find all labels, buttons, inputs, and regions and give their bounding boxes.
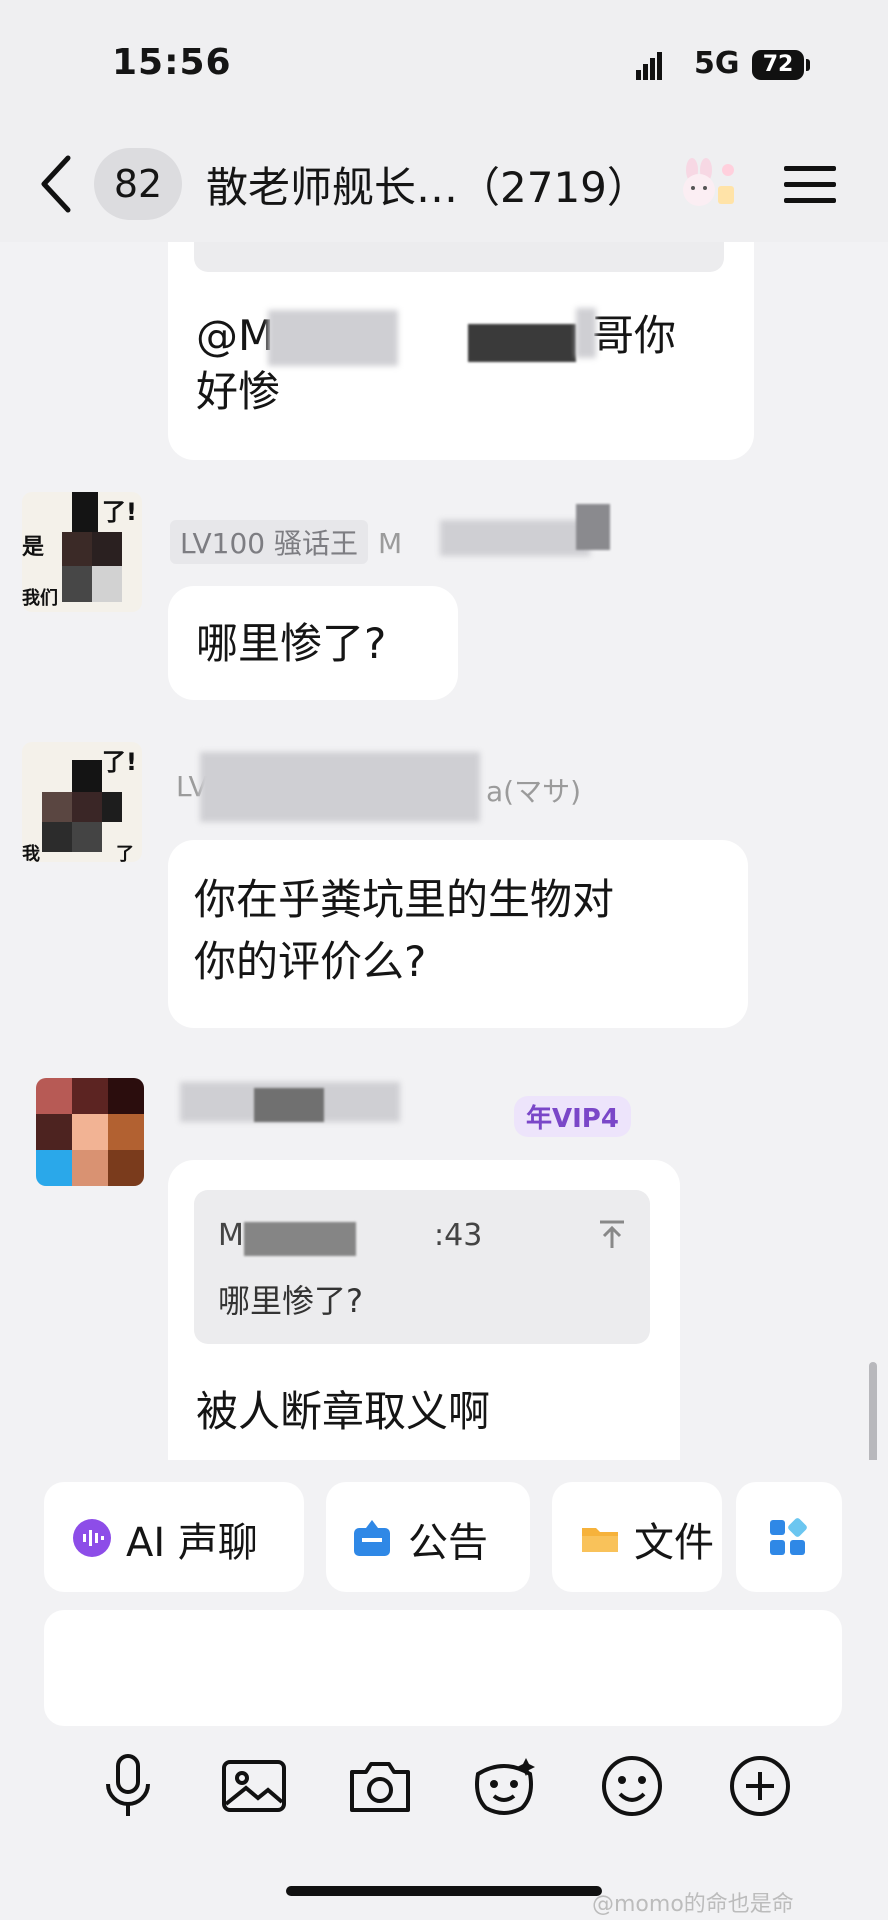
group-title[interactable]: 散老师舰长…（2719） <box>206 154 649 215</box>
battery-indicator: 72 <box>752 50 804 80</box>
redacted-area <box>268 310 398 366</box>
bunny-sticker-icon <box>668 156 740 214</box>
avatar[interactable]: 了! 是 我们 <box>22 492 142 612</box>
files-button[interactable]: 文件 <box>552 1482 722 1592</box>
avatar[interactable] <box>36 1078 144 1186</box>
quoted-block <box>194 242 724 272</box>
sender-line: LV100 骚话王 M <box>170 520 402 564</box>
quote-sender: M <box>218 1218 244 1253</box>
microphone-icon[interactable] <box>92 1750 164 1822</box>
redacted-area <box>576 504 610 550</box>
svg-text:我们: 我们 <box>22 587 58 609</box>
quoted-message[interactable]: M :43 哪里惨了? <box>194 1190 650 1344</box>
sender-name[interactable]: M <box>378 527 402 560</box>
message-text: 好惨 <box>196 367 281 416</box>
network-label: 5G <box>694 46 740 81</box>
redacted-area <box>244 1222 356 1256</box>
hamburger-menu-icon[interactable] <box>784 166 836 204</box>
quote-time: :43 <box>434 1218 483 1253</box>
input-toolbar <box>0 1740 888 1840</box>
vip-badge: 年VIP4 <box>514 1096 631 1137</box>
chip-label: 文件 <box>634 1520 714 1566</box>
chevron-left-icon[interactable] <box>38 154 72 214</box>
emoji-icon[interactable] <box>596 1750 668 1822</box>
plus-icon[interactable] <box>724 1750 796 1822</box>
redacted-area <box>468 324 576 362</box>
message-text-tail: 哥你 <box>592 311 677 360</box>
redacted-area <box>576 308 596 358</box>
sender-name[interactable]: a(マサ) <box>486 770 581 810</box>
redacted-area <box>254 1088 324 1122</box>
svg-text:了: 了 <box>116 844 134 862</box>
signal-icon <box>636 52 670 80</box>
redacted-area <box>200 752 480 822</box>
message-text: 哪里惨了? <box>196 619 387 668</box>
svg-text:了!: 了! <box>102 748 137 776</box>
announcement-icon <box>352 1518 392 1558</box>
scrollbar[interactable] <box>869 1362 877 1460</box>
home-indicator[interactable] <box>286 1886 602 1896</box>
ai-voice-chat-button[interactable]: AI 声聊 <box>44 1482 304 1592</box>
apps-grid-icon <box>768 1518 808 1558</box>
chat-header: 82 散老师舰长…（2719） <box>0 128 888 242</box>
message-text: 你的评价么? <box>194 937 427 986</box>
quick-actions-bar: AI 声聊 公告 文件 <box>0 1460 888 1596</box>
announcement-button[interactable]: 公告 <box>326 1482 530 1592</box>
message-bubble[interactable]: @M 哥你 好惨 <box>168 242 754 460</box>
message-text: 你在乎粪坑里的生物对 <box>194 875 615 924</box>
svg-text:我: 我 <box>22 844 40 862</box>
svg-text:是: 是 <box>22 535 44 560</box>
camera-icon[interactable] <box>344 1750 416 1822</box>
message-input[interactable] <box>44 1610 842 1726</box>
quote-text: 哪里惨了? <box>218 1282 363 1320</box>
svg-text:了!: 了! <box>102 498 137 526</box>
message-bubble[interactable]: 哪里惨了? <box>168 586 458 700</box>
folder-icon <box>580 1518 620 1558</box>
level-badge: LV100 骚话王 <box>170 520 369 564</box>
status-bar: 15:56 5G 72 <box>0 0 888 128</box>
watermark-text: @momo的命也是命 <box>592 1892 794 1917</box>
image-icon[interactable] <box>218 1750 290 1822</box>
status-time: 15:56 <box>112 42 232 83</box>
more-apps-button[interactable] <box>736 1482 842 1592</box>
message-bubble[interactable]: 你在乎粪坑里的生物对 你的评价么? <box>168 840 748 1028</box>
jump-to-top-icon[interactable] <box>598 1220 626 1250</box>
message-text: 被人断章取义啊 <box>196 1387 491 1436</box>
ai-voice-icon <box>72 1518 112 1558</box>
chat-messages[interactable]: @M 哥你 好惨 了! 是 我们 LV100 骚话王 M 哪里惨了? 了! 我 … <box>0 242 888 1460</box>
battery-tip <box>806 59 810 71</box>
chip-label: 公告 <box>408 1520 488 1566</box>
redacted-area <box>440 520 590 556</box>
sticker-icon[interactable] <box>468 1750 540 1822</box>
chip-label: AI 声聊 <box>126 1520 258 1566</box>
mention-text[interactable]: @M <box>196 311 274 360</box>
unread-count-badge[interactable]: 82 <box>94 148 182 220</box>
avatar[interactable]: 了! 我 了 <box>22 742 142 862</box>
